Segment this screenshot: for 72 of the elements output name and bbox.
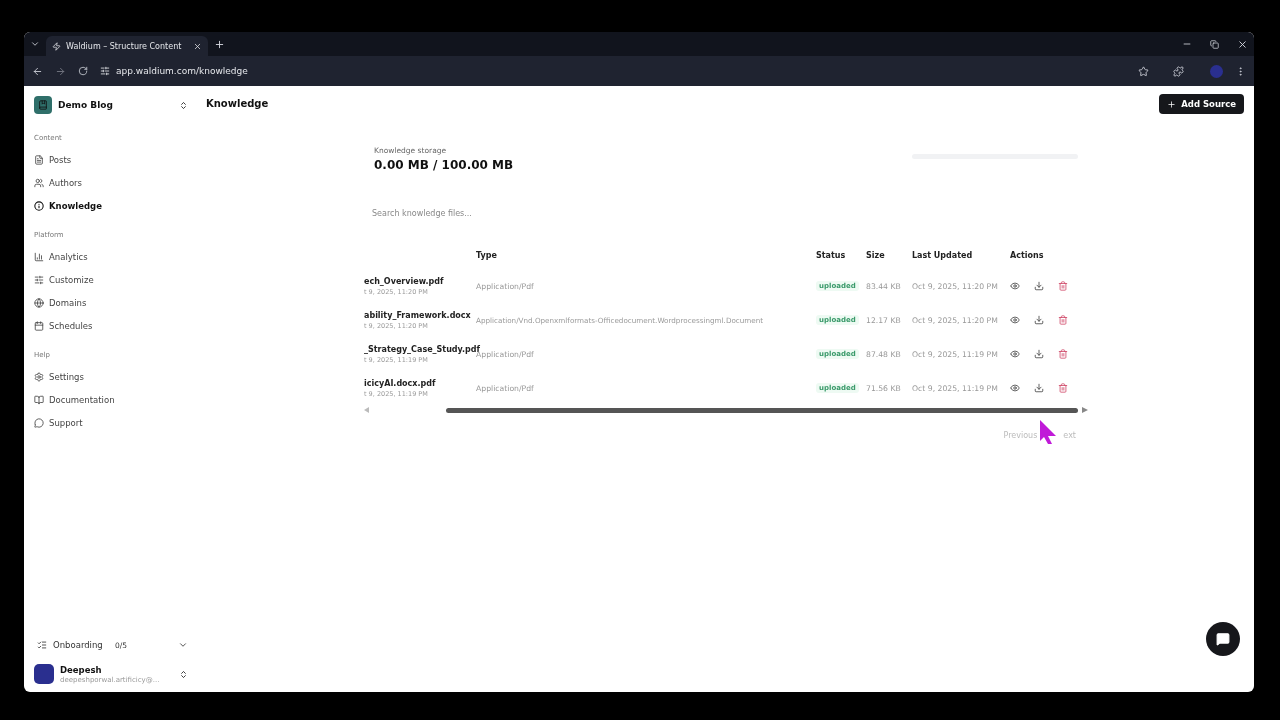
page-title: Knowledge: [206, 98, 269, 109]
download-icon[interactable]: [1034, 315, 1044, 325]
nav-icon: [34, 177, 44, 188]
site-settings-icon[interactable]: [100, 66, 110, 76]
extensions-icon[interactable]: [1173, 65, 1184, 77]
file-name: ability_Framework.docx: [364, 310, 472, 320]
delete-icon[interactable]: [1058, 383, 1068, 393]
scroll-right-icon[interactable]: [1082, 407, 1088, 413]
close-icon[interactable]: [1237, 38, 1248, 50]
view-icon[interactable]: [1010, 349, 1020, 359]
view-icon[interactable]: [1010, 315, 1020, 325]
nav-icon: [34, 394, 44, 405]
restore-icon[interactable]: [1210, 39, 1219, 49]
column-header: Status: [816, 249, 847, 262]
chat-icon: [1216, 632, 1230, 646]
bookmark-star-icon[interactable]: [1138, 65, 1149, 77]
sidebar-item[interactable]: Knowledge: [34, 194, 188, 217]
delete-icon[interactable]: [1058, 315, 1068, 325]
onboarding-label: Onboarding: [53, 640, 104, 650]
nav-icon: [34, 251, 44, 262]
nav-icon: [34, 297, 44, 308]
favicon-icon: [52, 41, 61, 51]
file-name: ech_Overview.pdf: [364, 276, 445, 286]
back-icon[interactable]: [32, 65, 43, 77]
view-icon[interactable]: [1010, 281, 1020, 291]
cursor-icon: [1038, 419, 1058, 445]
add-source-button[interactable]: Add Source: [1159, 94, 1244, 114]
file-name: icicyAI.docx.pdf: [364, 378, 437, 388]
storage-value: 0.00 MB / 100.00 MB: [374, 158, 514, 172]
plus-icon: [1167, 99, 1177, 109]
workspace-logo: [34, 96, 52, 114]
scrollbar-thumb[interactable]: [446, 407, 1078, 413]
workspace-name[interactable]: Demo Blog: [58, 100, 173, 110]
reload-icon[interactable]: [78, 66, 88, 76]
view-icon[interactable]: [1010, 383, 1020, 393]
sidebar-item[interactable]: Settings: [34, 365, 188, 388]
user-name: Deepesh: [60, 664, 103, 675]
download-icon[interactable]: [1034, 349, 1044, 359]
user-avatar: [34, 664, 54, 684]
sidebar-item[interactable]: Customize: [34, 268, 188, 291]
column-header: Actions: [1010, 249, 1045, 262]
forward-icon[interactable]: [55, 65, 66, 77]
delete-icon[interactable]: [1058, 349, 1068, 359]
browser-tab[interactable]: Waldium – Structure Content: [46, 36, 208, 56]
sidebar-item[interactable]: Posts: [34, 148, 188, 171]
nav-icon: [34, 200, 44, 211]
column-header: Size: [866, 249, 886, 262]
nav-icon: [34, 417, 44, 428]
sidebar-item[interactable]: Documentation: [34, 388, 188, 411]
delete-icon[interactable]: [1058, 281, 1068, 291]
tab-list-icon[interactable]: [30, 39, 40, 49]
chat-button[interactable]: [1206, 622, 1240, 656]
nav-icon: [34, 274, 44, 285]
sidebar-item[interactable]: Authors: [34, 171, 188, 194]
new-tab-icon[interactable]: [214, 38, 225, 50]
address-bar[interactable]: app.waldium.com/knowledge: [116, 66, 248, 76]
download-icon[interactable]: [1034, 281, 1044, 291]
column-header: Last Updated: [912, 249, 974, 262]
chevron-down-icon: [178, 640, 188, 650]
nav-icon: [34, 154, 44, 165]
sidebar-item[interactable]: Analytics: [34, 245, 188, 268]
nav-icon: [34, 371, 44, 382]
sidebar-item[interactable]: Domains: [34, 291, 188, 314]
column-header: Type: [476, 249, 498, 262]
close-tab-icon[interactable]: [193, 41, 202, 51]
switcher-icon[interactable]: [179, 100, 188, 110]
sidebar-item[interactable]: Schedules: [34, 314, 188, 337]
download-icon[interactable]: [1034, 383, 1044, 393]
sidebar-item[interactable]: Support: [34, 411, 188, 434]
checklist-icon: [37, 640, 47, 650]
nav-icon: [34, 320, 44, 331]
account-switcher-icon[interactable]: [179, 669, 188, 679]
